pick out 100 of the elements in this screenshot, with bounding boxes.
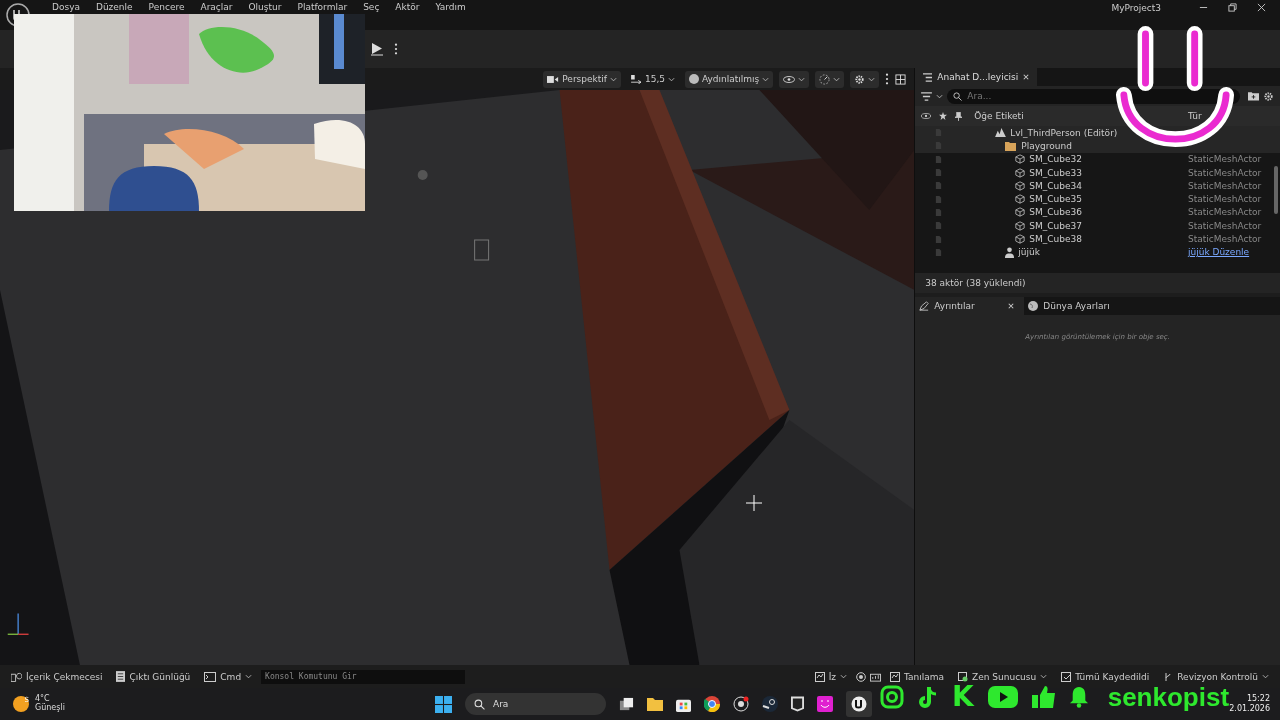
clock-date: 2.01.2026	[1229, 704, 1270, 715]
browser-icon[interactable]	[704, 696, 720, 712]
aperture-icon[interactable]	[733, 696, 749, 712]
steam-icon[interactable]	[762, 696, 778, 712]
menu-item[interactable]: Oluştur	[240, 2, 290, 12]
menu-item[interactable]: Aktör	[387, 2, 428, 12]
menu-item[interactable]: Seç	[355, 2, 388, 12]
status-dropdown[interactable]: İz	[809, 671, 852, 682]
cube-icon	[1015, 154, 1026, 165]
item-label: SM_Cube34	[1029, 180, 1082, 191]
smiley-app-icon[interactable]	[817, 696, 833, 712]
item-label: SM_Cube37	[1029, 220, 1082, 231]
caret-icon	[936, 93, 944, 99]
log-icon	[116, 671, 126, 682]
caret-icon	[798, 76, 806, 82]
close-icon[interactable]	[1257, 3, 1266, 12]
type-label: StaticMeshActor	[1188, 154, 1263, 165]
status-dropdown[interactable]: Zen Sunucusu	[953, 671, 1053, 682]
type-label: StaticMeshActor	[1188, 220, 1263, 231]
more-icon[interactable]	[394, 43, 398, 55]
record-icon[interactable]	[856, 671, 866, 682]
caret-icon	[840, 674, 847, 679]
item-label: Lvl_ThirdPerson (Editör)	[1010, 127, 1118, 138]
outliner-tab[interactable]: Anahat D...leyicisi	[915, 68, 1038, 86]
music-note-icon	[918, 685, 938, 709]
speed-icon	[630, 74, 642, 84]
camera-icon	[547, 74, 560, 84]
show-dropdown[interactable]	[779, 70, 810, 88]
folder-add-icon[interactable]	[1248, 91, 1259, 101]
cmd-dropdown[interactable]: Cmd	[199, 671, 258, 682]
menu-item[interactable]: Araçlar	[192, 2, 241, 12]
windows-start-icon[interactable]	[435, 695, 452, 713]
crosshair-icon	[746, 495, 762, 511]
screenshot-icon[interactable]	[870, 671, 881, 682]
menu-item[interactable]: Platformlar	[289, 2, 356, 12]
console-field[interactable]: Konsol Komutunu Gir	[261, 669, 466, 684]
status-button[interactable]: Tümü Kaydedildi	[1056, 671, 1155, 682]
eye-icon	[921, 113, 932, 119]
status-dropdown[interactable]: Revizyon Kontrolü	[1158, 671, 1274, 682]
menu-item[interactable]: Dosya	[44, 2, 88, 12]
outliner-row[interactable]: SM_Cube34 StaticMeshActor	[915, 179, 1280, 193]
folder-icon[interactable]	[647, 697, 663, 711]
outliner-row[interactable]: jüjük jüjük Düzenle	[915, 245, 1280, 259]
save-icon	[1061, 671, 1072, 682]
channel-name: senkopist	[1107, 684, 1230, 710]
tab-label: Anahat D...leyicisi	[937, 72, 1019, 82]
status-button[interactable]: Tanılama	[885, 671, 950, 682]
item-label: SM_Cube32	[1029, 154, 1082, 165]
menu-item[interactable]: Yardım	[427, 2, 474, 12]
settings-icon[interactable]	[1263, 90, 1274, 102]
type-label: StaticMeshActor	[1188, 234, 1263, 244]
taskbar-search[interactable]: Ara	[465, 693, 606, 715]
outliner-row[interactable]: SM_Cube37 StaticMeshActor	[915, 219, 1280, 233]
view-mode-dropdown[interactable]: Aydınlatılmış	[685, 70, 774, 88]
outliner-row[interactable]: SM_Cube36 StaticMeshActor	[915, 205, 1280, 220]
camera-dropdown[interactable]: Perspektif	[543, 70, 621, 88]
more-icon[interactable]	[885, 73, 890, 85]
type-label: StaticMeshActor	[1188, 207, 1263, 218]
item-label: SM_Cube33	[1029, 167, 1082, 178]
chart-icon	[814, 671, 825, 682]
details-tab[interactable]: Ayrıntılar	[915, 297, 1025, 315]
outliner-row[interactable]: SM_Cube32 StaticMeshActor	[915, 152, 1280, 166]
item-label: SM_Cube35	[1029, 194, 1082, 205]
play-icon[interactable]	[370, 42, 384, 56]
outliner-row[interactable]: Playground	[915, 139, 1280, 153]
panel-button[interactable]: İçerik Çekmecesi	[6, 671, 108, 682]
temperature: 4°C	[35, 695, 50, 704]
column-header[interactable]: Öğe Etiketi	[974, 111, 1180, 121]
outliner-row[interactable]: SM_Cube33 StaticMeshActor	[915, 165, 1280, 180]
outliner-row[interactable]: SM_Cube35 StaticMeshActor	[915, 192, 1280, 206]
caret-icon	[245, 674, 253, 679]
caret-icon	[833, 76, 841, 82]
performance-dropdown[interactable]	[815, 70, 845, 88]
camera-icon	[880, 685, 904, 709]
engine-app-icon[interactable]	[846, 691, 872, 717]
panel-button[interactable]: Çıktı Günlüğü	[111, 671, 196, 682]
pin-icon	[955, 111, 963, 121]
settings-dropdown[interactable]	[850, 70, 880, 88]
pencil-icon	[919, 301, 930, 311]
edit-link[interactable]: jüjük Düzenle	[1188, 247, 1280, 258]
column-header[interactable]: Tür	[1188, 111, 1280, 121]
filter-icon[interactable]	[921, 91, 933, 101]
settings-icon	[854, 73, 866, 85]
type-label: StaticMeshActor	[1188, 180, 1263, 191]
maximize-icon[interactable]	[1228, 3, 1237, 12]
item-label: jüjük	[1018, 247, 1040, 258]
close-icon[interactable]	[1008, 303, 1015, 309]
outliner-row[interactable]: SM_Cube38 StaticMeshActor	[915, 232, 1280, 246]
menu-item[interactable]: Pencere	[140, 2, 193, 12]
item-label: SM_Cube36	[1029, 207, 1082, 218]
layout-icon[interactable]	[895, 73, 907, 85]
menu-item[interactable]: Düzenle	[87, 2, 141, 12]
details-tab[interactable]: Dünya Ayarları	[1024, 297, 1120, 315]
gauge-icon	[819, 73, 831, 85]
camera-speed-dropdown[interactable]: 15,5	[626, 70, 679, 88]
close-icon[interactable]	[1023, 74, 1030, 80]
bell-icon	[1069, 685, 1088, 709]
project-name: MyProject3	[1111, 2, 1161, 13]
game-store-icon[interactable]	[791, 696, 804, 712]
task-view-icon[interactable]	[619, 696, 634, 712]
